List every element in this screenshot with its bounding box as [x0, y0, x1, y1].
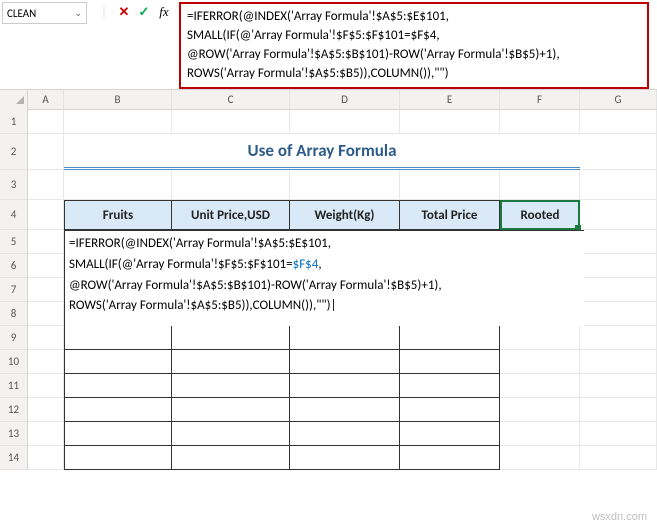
column-headers: A B C D E F G	[0, 90, 657, 110]
row-header-13[interactable]: 13	[0, 422, 27, 446]
row-header-4[interactable]: 4	[0, 200, 27, 230]
cell-formula-line-4: ROWS('Array Formula'!$A$5:$B5)),COLUMN()…	[69, 296, 580, 317]
formula-bar-row: CLEAN ⌄ | ✕ ✓ fx =IFERROR(@INDEX('Array …	[0, 0, 657, 90]
table-body-empty	[64, 326, 500, 470]
page-title: Use of Array Formula	[64, 134, 580, 170]
select-all-corner[interactable]	[0, 90, 28, 110]
table-row[interactable]	[64, 326, 500, 350]
grid: 1 2 3 4 5 6 7 8 9 10 11 12 13 14 Use of …	[0, 110, 657, 470]
cell-formula-line-1: =IFERROR(@INDEX('Array Formula'!$A$5:$E$…	[69, 234, 580, 255]
col-header-e[interactable]: E	[400, 90, 500, 109]
accept-icon[interactable]: ✓	[135, 5, 153, 20]
col-header-f[interactable]: F	[500, 90, 580, 109]
row-header-10[interactable]: 10	[0, 350, 27, 374]
corner-triangle-icon	[16, 96, 24, 104]
row-headers: 1 2 3 4 5 6 7 8 9 10 11 12 13 14	[0, 110, 28, 470]
th-fruits: Fruits	[64, 200, 172, 230]
cells-area[interactable]: Use of Array Formula Fruits Unit Price,U…	[28, 110, 657, 470]
cancel-icon[interactable]: ✕	[115, 5, 133, 20]
row-header-5[interactable]: 5	[0, 230, 27, 254]
formula-line-3: @ROW('Array Formula'!$A$5:$B$101)-ROW('A…	[187, 46, 641, 65]
cell-formula-line-2: SMALL(IF(@'Array Formula'!$F$5:$F$101=$F…	[69, 255, 580, 276]
formula-line-4: ROWS('Array Formula'!$A$5:$B5)),COLUMN()…	[187, 65, 641, 84]
cell-formula-line-3: @ROW('Array Formula'!$A$5:$B$101)-ROW('A…	[69, 276, 580, 297]
row-header-7[interactable]: 7	[0, 278, 27, 302]
col-header-g[interactable]: G	[580, 90, 657, 109]
row-header-6[interactable]: 6	[0, 254, 27, 278]
table-row[interactable]	[64, 374, 500, 398]
table-row[interactable]	[64, 398, 500, 422]
col-header-b[interactable]: B	[64, 90, 172, 109]
row-header-3[interactable]: 3	[0, 170, 27, 200]
table-header-row: Fruits Unit Price,USD Weight(Kg) Total P…	[64, 200, 580, 230]
formula-bar-input[interactable]: =IFERROR(@INDEX('Array Formula'!$A$5:$E$…	[179, 2, 649, 89]
table-row[interactable]	[64, 446, 500, 470]
row-header-14[interactable]: 14	[0, 446, 27, 470]
ref-f4: $F$4	[293, 257, 319, 272]
row-header-2[interactable]: 2	[0, 134, 27, 170]
row-header-9[interactable]: 9	[0, 326, 27, 350]
formula-line-2: SMALL(IF(@'Array Formula'!$F$5:$F$101=$F…	[187, 27, 641, 46]
row-header-8[interactable]: 8	[0, 302, 27, 326]
formula-bar-icons: | ✕ ✓ fx	[89, 0, 179, 22]
col-header-d[interactable]: D	[290, 90, 400, 109]
name-box[interactable]: CLEAN ⌄	[2, 2, 87, 24]
row-header-11[interactable]: 11	[0, 374, 27, 398]
table-row[interactable]	[64, 350, 500, 374]
watermark: wsxdn.com	[592, 511, 647, 523]
col-header-a[interactable]: A	[28, 90, 64, 109]
dropdown-icon[interactable]: ⌄	[74, 8, 82, 19]
name-box-value: CLEAN	[7, 7, 36, 20]
table-row[interactable]	[64, 422, 500, 446]
row-header-12[interactable]: 12	[0, 398, 27, 422]
in-cell-formula-edit[interactable]: =IFERROR(@INDEX('Array Formula'!$A$5:$E$…	[64, 230, 584, 326]
th-total-price: Total Price	[400, 200, 500, 230]
separator: |	[95, 5, 113, 20]
th-rooted-active-cell[interactable]: Rooted	[500, 200, 580, 230]
th-unit-price: Unit Price,USD	[172, 200, 290, 230]
fx-icon[interactable]: fx	[155, 4, 173, 20]
row-header-1[interactable]: 1	[0, 110, 27, 134]
formula-line-1: =IFERROR(@INDEX('Array Formula'!$A$5:$E$…	[187, 8, 641, 27]
col-header-c[interactable]: C	[172, 90, 290, 109]
th-weight: Weight(Kg)	[290, 200, 400, 230]
